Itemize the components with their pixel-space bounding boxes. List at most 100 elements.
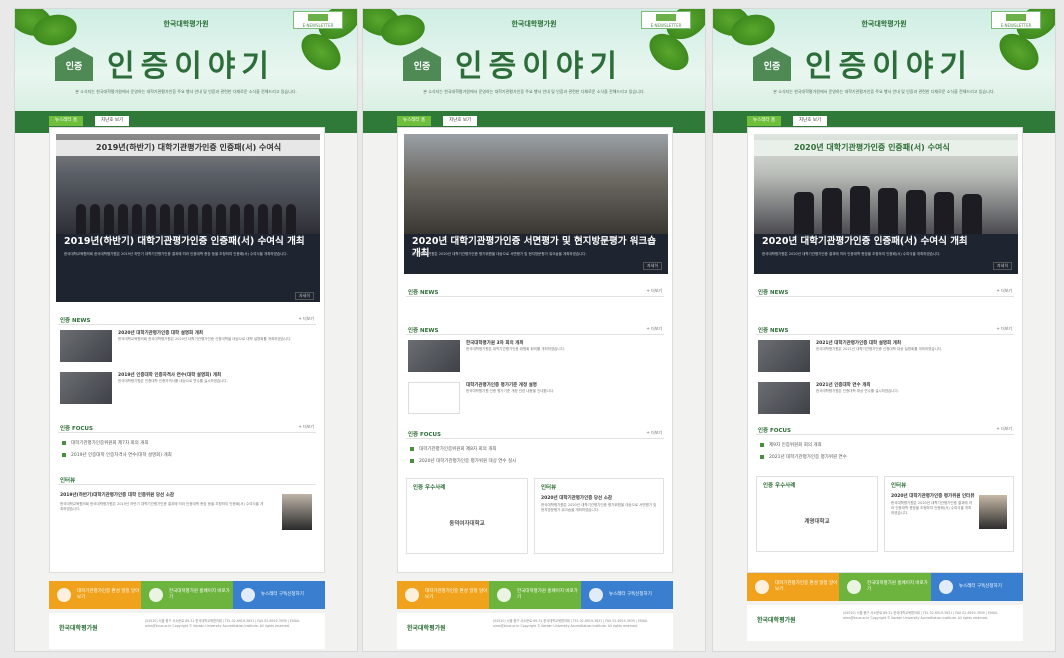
section-best-title: 인증 우수사례 <box>763 483 796 489</box>
section-interview-title: 인터뷰 <box>541 485 557 491</box>
detail-button[interactable]: 자세히 <box>642 262 662 270</box>
interview-title[interactable]: 2020년 대학기관평가인증 당선 소감 <box>541 495 612 501</box>
news-item[interactable]: 한국대학평가원 3차 회의 개최 한국대학평가원은 대학기관평가인증 위원회 회… <box>408 340 662 374</box>
mail-icon <box>241 588 255 602</box>
news-thumbnail <box>758 382 810 414</box>
intro-text: 본 소식지는 한국대학평가원에서 운영하는 대학기관평가인증 주요 행사 안내 … <box>423 89 645 94</box>
news-thumbnail <box>60 372 112 404</box>
feature-banner: 2020년 대학기관평가인증 인증패(서) 수여식 <box>754 140 1018 156</box>
news-item[interactable]: 2021년 인증대학 연수 개최 한국대학평가원은 인증대학 대상 연수를 실시… <box>758 382 1012 416</box>
content-card: 2020년 대학기관평가인증 인증패(서) 수여식 2020년 대학기관평가인증… <box>747 127 1023 573</box>
content-card: 2019년(하반기) 대학기관평가인증 인증패(서) 수여식 2019년(하반기… <box>49 127 325 573</box>
focus-item[interactable]: 대학기관평가인증위원회 제7차 회의 개최 <box>62 440 149 446</box>
interview-photo <box>282 494 312 530</box>
interview-title[interactable]: 2019년(하반기)대학기관평가인증 대학 인증위원 당선 소감 <box>60 492 174 498</box>
focus-more-link[interactable]: + 더보기 <box>298 424 314 430</box>
news-thumbnail <box>758 340 810 372</box>
news-thumbnail <box>60 330 112 362</box>
focus-more-link[interactable]: + 더보기 <box>646 430 662 436</box>
focus-item[interactable]: 2019년 인증대학 인증자격사 연수(대학 설명회) 개최 <box>62 452 172 458</box>
feature-title[interactable]: 2020년 대학기관평가인증 인증패(서) 수여식 개최 <box>762 236 1010 248</box>
focus-more-link[interactable]: + 더보기 <box>996 426 1012 432</box>
interview-title[interactable]: 2020년 대학기관평가인증 평가위원 인터뷰 <box>891 493 974 499</box>
section-news-title: 인증 NEWS <box>408 328 439 334</box>
detail-button[interactable]: 자세히 <box>294 292 314 300</box>
news-item[interactable]: 2020년 대학기관평가인증 대학 설명회 개최 한국대학교육협의회 한국대학평… <box>60 330 314 364</box>
focus-item[interactable]: 2020년 대학기관평가인증 평가위원 대상 연수 실시 <box>410 458 516 464</box>
focus-item[interactable]: 제9차 인증위원회 회의 개최 <box>760 442 822 448</box>
university-logo[interactable]: 동덕여자대학교 <box>417 519 517 527</box>
feature-article[interactable]: 2019년(하반기) 대학기관평가인증 인증패(서) 수여식 2019년(하반기… <box>56 134 320 302</box>
subscribe-link[interactable]: 뉴스레터 구독신청하기 <box>233 581 325 609</box>
section-news-title: 인증 NEWS <box>758 290 789 296</box>
schedule-link[interactable]: 대학기관평가인증 편성 일정 알아보기 <box>747 573 839 601</box>
feature-article[interactable]: 2020년 대학기관평가인증 인증패(서) 수여식 2020년 대학기관평가인증… <box>754 134 1018 274</box>
newsletter-panel-3: 한국대학평가원 E-NEWSLETTER 인증 인증이야기 본 소식지는 한국대… <box>712 8 1056 652</box>
homepage-link[interactable]: 한국대학평가원 홈페이지 바로가기 <box>141 581 233 609</box>
page-title: 인증이야기 <box>107 49 275 84</box>
newsletter-tag: E-NEWSLETTER <box>641 11 691 29</box>
footer-links: 대학기관평가인증 편성 일정 알아보기 한국대학평가원 홈페이지 바로가기 뉴스… <box>747 573 1023 601</box>
newsletter-tag: E-NEWSLETTER <box>991 11 1041 29</box>
subscribe-link[interactable]: 뉴스레터 구독신청하기 <box>931 573 1023 601</box>
schedule-link[interactable]: 대학기관평가인증 편성 일정 알아보기 <box>49 581 141 609</box>
schedule-link[interactable]: 대학기관평가인증 편성 일정 알아보기 <box>397 581 489 609</box>
news-title: 2020년 대학기관평가인증 대학 설명회 개최 <box>118 331 204 336</box>
feature-banner: 2019년(하반기) 대학기관평가인증 인증패(서) 수여식 <box>56 140 320 156</box>
footer-logo: 한국대학평가원 <box>59 625 98 632</box>
footer-logo: 한국대학평가원 <box>757 617 796 624</box>
news-desc: 한국대학교육협의회 한국대학평가원은 2020년 대학기관평가인증 신청대학을 … <box>118 337 292 341</box>
interview-desc: 한국대학교육협의회 한국대학평가원은 2019년 하반기 대학기관평가인증 결과… <box>60 502 264 511</box>
tab-newsletter-home[interactable]: 뉴스레터 홈 <box>747 116 782 126</box>
interview-box: 인터뷰 2020년 대학기관평가인증 당선 소감 한국대학평가원은 2020년 … <box>534 478 664 554</box>
section-focus-title: 인증 FOCUS <box>60 426 93 432</box>
detail-button[interactable]: 자세히 <box>992 262 1012 270</box>
subscribe-link[interactable]: 뉴스레터 구독신청하기 <box>581 581 673 609</box>
focus-item[interactable]: 2021년 대학기관평가인증 평가위원 연수 <box>760 454 847 460</box>
best-practice-box: 인증 우수사례 동덕여자대학교 <box>406 478 528 554</box>
news-title: 대학기관평가인증 평가기준 개정 설명 <box>466 383 537 388</box>
intro-text: 본 소식지는 한국대학평가원에서 운영하는 대학기관평가인증 주요 행사 안내 … <box>75 89 297 94</box>
news-more-link[interactable]: + 더보기 <box>996 326 1012 332</box>
hero-banner: 한국대학평가원 E-NEWSLETTER 인증 인증이야기 본 소식지는 한국대… <box>15 9 357 117</box>
section-focus-title: 인증 FOCUS <box>758 428 791 434</box>
university-logo[interactable]: 계명대학교 <box>767 517 867 525</box>
interview-desc: 한국대학평가원은 2020년 대학기관평가인증 평가위원을 대상으로 서면평가 … <box>541 503 657 512</box>
news-item[interactable]: 2021년 대학기관평가인증 대학 설명회 개최 한국대학평가원은 2021년 … <box>758 340 1012 374</box>
news-thumbnail <box>408 382 460 414</box>
section-interview-title: 인터뷰 <box>891 483 907 489</box>
feature-article[interactable]: 2020년 대학기관평가인증 서면평가 및 현지방문평가 워크숍 개최 한국대학… <box>404 134 668 274</box>
news-title: 2021년 대학기관평가인증 대학 설명회 개최 <box>816 341 902 346</box>
tab-newsletter-home[interactable]: 뉴스레터 홈 <box>49 116 84 126</box>
tab-archive[interactable]: 지난호 보기 <box>443 116 478 126</box>
news-desc: 한국대학평가원은 인증대학 대상 연수를 실시하였습니다. <box>816 389 899 393</box>
intro-text: 본 소식지는 한국대학평가원에서 운영하는 대학기관평가인증 주요 행사 안내 … <box>773 89 995 94</box>
news-item[interactable]: 2019년 인증대학 인증자격사 연수(대학 설명회) 개최 한국대학평가원은 … <box>60 372 314 406</box>
feature-photo <box>404 134 668 234</box>
content-card: 2020년 대학기관평가인증 서면평가 및 현지방문평가 워크숍 개최 한국대학… <box>397 127 673 573</box>
news-item[interactable]: 대학기관평가인증 평가기준 개정 설명 한국대학평가원 인증 평가기준 개정 관… <box>408 382 662 416</box>
footer-text: (04520) 서울 중구 서소문로 89-31 한국대학교육협의회 | TEL… <box>843 611 998 620</box>
newsletter-panel-1: 한국대학평가원 E-NEWSLETTER 인증 인증이야기 본 소식지는 한국대… <box>14 8 358 652</box>
news-title: 2021년 인증대학 연수 개최 <box>816 383 871 388</box>
news-more-link[interactable]: + 더보기 <box>298 316 314 322</box>
news-thumbnail <box>408 340 460 372</box>
homepage-link[interactable]: 한국대학평가원 홈페이지 바로가기 <box>489 581 581 609</box>
tab-newsletter-home[interactable]: 뉴스레터 홈 <box>397 116 432 126</box>
homepage-link[interactable]: 한국대학평가원 홈페이지 바로가기 <box>839 573 931 601</box>
tab-archive[interactable]: 지난호 보기 <box>95 116 130 126</box>
mail-icon <box>939 580 953 594</box>
page-title: 인증이야기 <box>455 49 623 84</box>
certification-badge-icon: 인증 <box>753 47 791 81</box>
newsletter-tag: E-NEWSLETTER <box>293 11 343 29</box>
interview-desc: 한국대학평가원은 2020년 대학기관평가인증 결과에 따라 인증대학 총장을 … <box>891 501 972 515</box>
news-more-link[interactable]: + 더보기 <box>996 288 1012 294</box>
feature-title[interactable]: 2019년(하반기) 대학기관평가인증 인증패(서) 수여식 개최 <box>64 236 312 248</box>
footer-text: (04520) 서울 중구 서소문로 89-31 한국대학교육협의회 | TEL… <box>145 619 300 628</box>
tab-archive[interactable]: 지난호 보기 <box>793 116 828 126</box>
focus-item[interactable]: 대학기관평가인증위원회 제8차 회의 개최 <box>410 446 497 452</box>
news-more-link[interactable]: + 더보기 <box>646 288 662 294</box>
mail-icon <box>589 588 603 602</box>
footer-text: (04520) 서울 중구 서소문로 89-31 한국대학교육협의회 | TEL… <box>493 619 648 628</box>
news-more-link[interactable]: + 더보기 <box>646 326 662 332</box>
